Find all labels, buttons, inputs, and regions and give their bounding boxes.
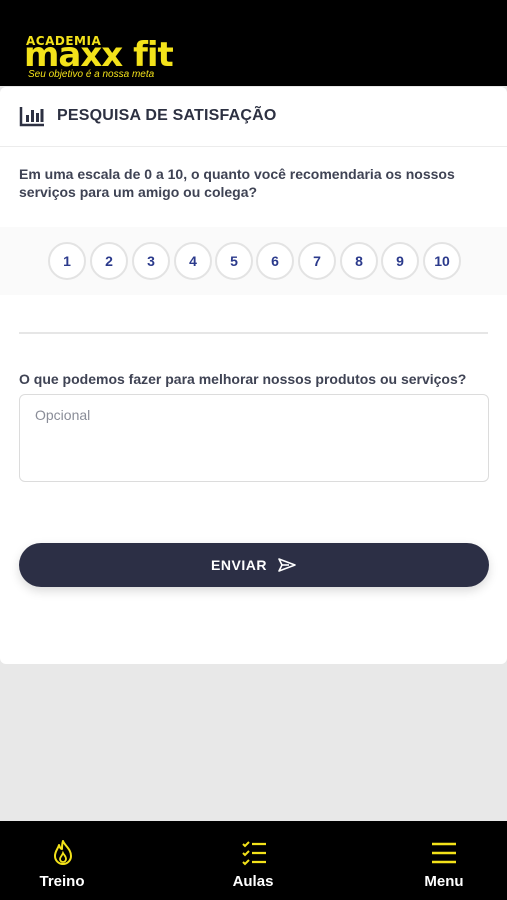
submit-button[interactable]: ENVIAR: [19, 543, 489, 587]
nav-label-menu: Menu: [424, 873, 464, 890]
brand-logo: ACADEMIA maxx fit Seu objetivo é a nossa…: [24, 32, 184, 84]
feedback-textarea[interactable]: [19, 394, 489, 482]
recommendation-question: Em uma escala de 0 a 10, o quanto você r…: [19, 166, 455, 200]
bar-chart-icon: [19, 107, 44, 127]
rating-option-9[interactable]: 9: [381, 242, 419, 280]
improvement-question: O que podemos fazer para melhorar nossos…: [19, 371, 467, 387]
rating-option-10[interactable]: 10: [423, 242, 461, 280]
flame-icon: [54, 840, 72, 865]
survey-card: PESQUISA DE SATISFAÇÃO Em uma escala de …: [0, 87, 507, 664]
nav-label-aulas: Aulas: [232, 873, 274, 890]
hamburger-menu-icon: [432, 842, 456, 864]
nav-item-aulas[interactable]: Aulas: [193, 821, 313, 900]
logo-tagline: Seu objetivo é a nossa meta: [28, 69, 155, 80]
rating-option-5[interactable]: 5: [215, 242, 253, 280]
checklist-icon: [242, 841, 266, 866]
rating-option-6[interactable]: 6: [256, 242, 294, 280]
nav-item-treino[interactable]: Treino: [2, 821, 122, 900]
bottom-navigation: Treino Aulas Menu: [0, 821, 507, 900]
rating-scale: 1 2 3 4 5 6 7 8 9 10: [0, 227, 507, 295]
send-icon: [278, 558, 296, 572]
logo-wordmark: maxx fit: [24, 35, 174, 75]
app-header: ACADEMIA maxx fit Seu objetivo é a nossa…: [0, 0, 507, 86]
rating-option-2[interactable]: 2: [90, 242, 128, 280]
rating-option-3[interactable]: 3: [132, 242, 170, 280]
survey-header: PESQUISA DE SATISFAÇÃO: [0, 87, 507, 147]
survey-title: PESQUISA DE SATISFAÇÃO: [57, 107, 277, 124]
rating-option-4[interactable]: 4: [174, 242, 212, 280]
nav-label-treino: Treino: [39, 873, 85, 890]
rating-option-1[interactable]: 1: [48, 242, 86, 280]
rating-option-8[interactable]: 8: [340, 242, 378, 280]
rating-option-7[interactable]: 7: [298, 242, 336, 280]
section-divider: [19, 332, 488, 334]
submit-label: ENVIAR: [211, 557, 267, 573]
nav-item-menu[interactable]: Menu: [384, 821, 504, 900]
